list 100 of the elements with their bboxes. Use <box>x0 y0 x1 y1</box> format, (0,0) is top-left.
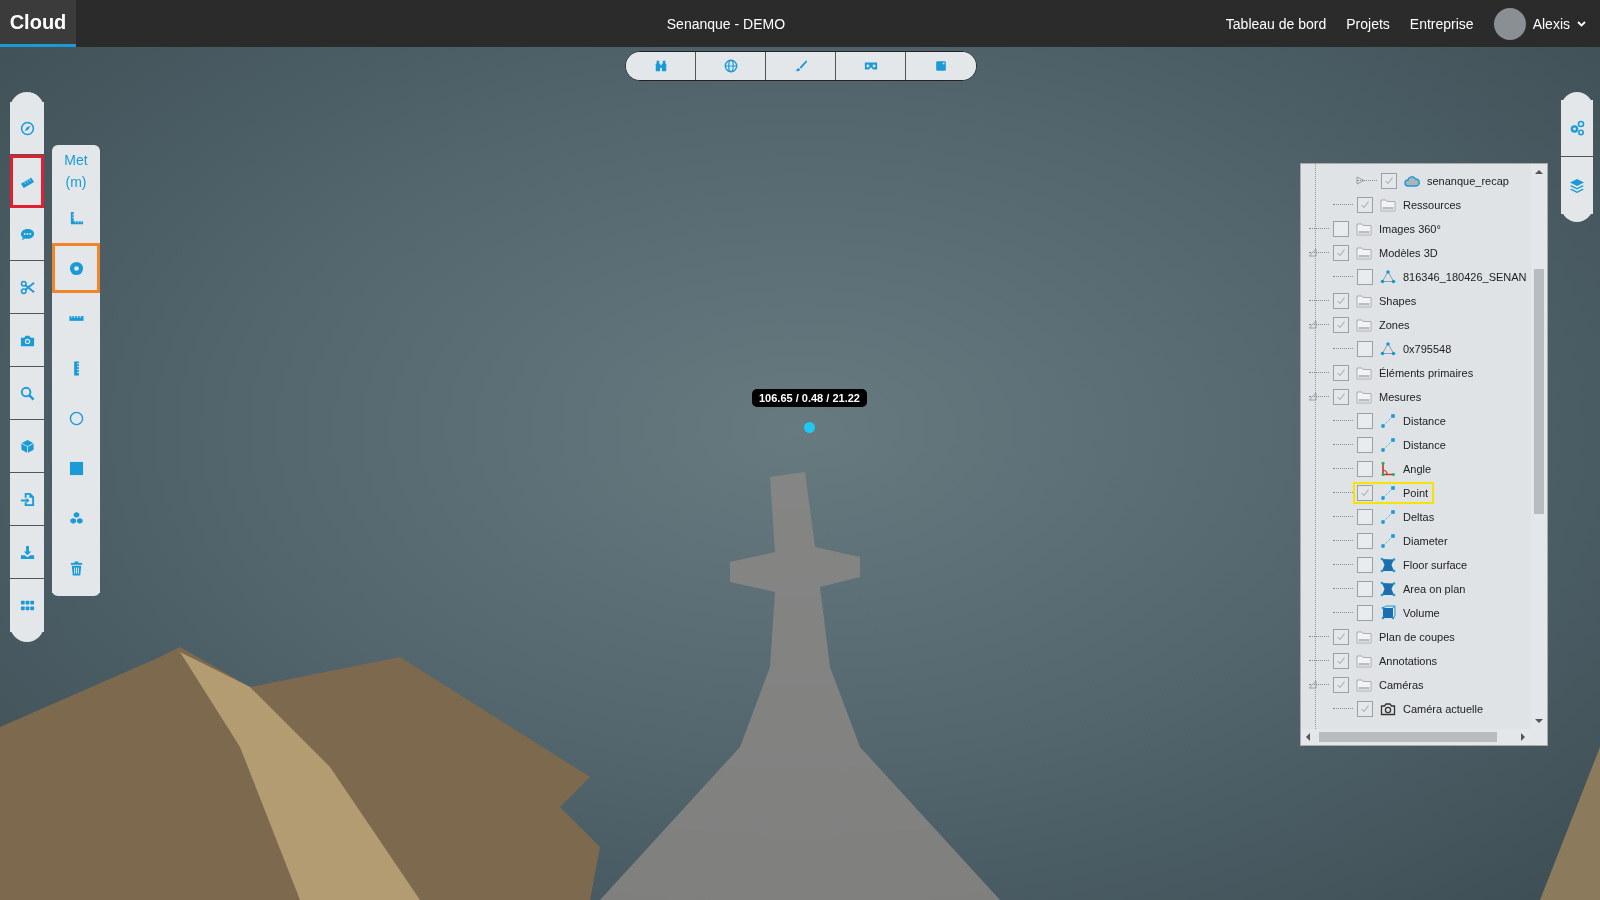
horizontal-scrollbar[interactable] <box>1301 729 1547 745</box>
folder-icon <box>1356 221 1372 237</box>
tree-label: Point <box>1403 487 1429 499</box>
scroll-up-icon[interactable] <box>1535 170 1543 174</box>
nav-link[interactable]: Tableau de bord <box>1225 15 1327 32</box>
tree-item[interactable]: Plan de coupes <box>1329 626 1461 648</box>
view-mode-button[interactable] <box>626 52 696 80</box>
cube-face-icon <box>934 59 948 73</box>
checkmark-icon <box>1336 680 1346 690</box>
tool-button[interactable] <box>10 102 44 155</box>
tree-item[interactable]: Diameter <box>1353 530 1454 552</box>
expanded-triangle-icon[interactable] <box>1308 392 1317 401</box>
tree-item[interactable]: Éléments primaires <box>1329 362 1480 384</box>
expanded-triangle-icon[interactable] <box>1308 248 1317 257</box>
tree-item[interactable]: Zones <box>1329 314 1416 336</box>
checkbox[interactable] <box>1357 581 1373 597</box>
checkmark-icon <box>1336 320 1346 330</box>
checkbox[interactable] <box>1333 245 1349 261</box>
brush-icon <box>793 59 808 73</box>
checkbox[interactable] <box>1357 413 1373 429</box>
polygon-icon <box>1380 557 1396 573</box>
checkbox[interactable] <box>1333 389 1349 405</box>
coordinate-label: 106.65 / 0.48 / 21.22 <box>752 389 867 407</box>
tree-item[interactable]: Floor surface <box>1353 554 1474 576</box>
checkbox[interactable] <box>1357 269 1373 285</box>
tree-label: Shapes <box>1379 295 1417 307</box>
cube-icon <box>19 438 35 454</box>
scroll-left-icon[interactable] <box>1306 733 1310 741</box>
checkbox[interactable] <box>1357 461 1373 477</box>
tree-label: senanque_recap <box>1427 175 1509 187</box>
tree-item[interactable]: 816346_180426_SENAN <box>1353 266 1531 288</box>
logo[interactable]: Cloud <box>0 0 76 47</box>
checkbox[interactable] <box>1357 533 1373 549</box>
circle-icon <box>68 410 84 426</box>
3d-viewport[interactable] <box>0 47 1600 900</box>
checkbox[interactable] <box>1333 365 1349 381</box>
tree-item[interactable]: Volume <box>1353 602 1446 624</box>
tree-item[interactable]: Shapes <box>1329 290 1423 312</box>
tree-item[interactable]: senanque_recap <box>1377 170 1515 192</box>
collapsed-triangle-icon[interactable] <box>1356 176 1365 185</box>
tree-item[interactable]: Area on plan <box>1353 578 1472 600</box>
user-menu[interactable]: Alexis <box>1493 7 1586 40</box>
checkbox[interactable] <box>1357 437 1373 453</box>
tree-label: 816346_180426_SENAN <box>1403 271 1527 283</box>
measure-tool-button[interactable] <box>52 243 100 293</box>
scrollbar-thumb[interactable] <box>1534 269 1544 514</box>
tree-item[interactable]: Deltas <box>1353 506 1441 528</box>
tree-item[interactable]: Point <box>1353 482 1435 504</box>
box-icon <box>1380 605 1396 621</box>
checkbox[interactable] <box>1357 557 1373 573</box>
checkbox[interactable] <box>1333 653 1349 669</box>
checkbox[interactable] <box>1333 629 1349 645</box>
checkbox[interactable] <box>1357 341 1373 357</box>
checkbox[interactable] <box>1333 293 1349 309</box>
tree-label: Images 360° <box>1379 223 1441 235</box>
checkbox[interactable] <box>1357 701 1373 717</box>
expanded-triangle-icon[interactable] <box>1308 320 1317 329</box>
tree-item[interactable]: Distance <box>1353 434 1452 456</box>
nav-link[interactable]: Entreprise <box>1409 15 1474 32</box>
checkbox[interactable] <box>1357 509 1373 525</box>
checkbox[interactable] <box>1333 221 1349 237</box>
expanded-triangle-icon[interactable] <box>1308 680 1317 689</box>
tree-item[interactable]: Modèles 3D <box>1329 242 1444 264</box>
line-segment-icon <box>1380 485 1396 501</box>
tree-item[interactable]: Distance <box>1353 410 1452 432</box>
tree-item[interactable]: Angle <box>1353 458 1438 480</box>
scroll-right-icon[interactable] <box>1521 733 1525 741</box>
tree-label: Modèles 3D <box>1379 247 1438 259</box>
checkbox[interactable] <box>1333 677 1349 693</box>
tree-item[interactable]: 0x795548 <box>1353 338 1458 360</box>
tree-label: Floor surface <box>1403 559 1468 571</box>
checkbox[interactable] <box>1357 197 1373 213</box>
scroll-down-icon[interactable] <box>1535 719 1543 723</box>
caret-icon <box>1577 20 1586 27</box>
tree-label: Distance <box>1403 415 1446 427</box>
checkmark-icon <box>1336 392 1346 402</box>
scrollbar-thumb[interactable] <box>1319 732 1497 742</box>
tree-item[interactable]: Caméras <box>1329 674 1430 696</box>
tree-item[interactable]: Caméra actuelle <box>1353 698 1490 720</box>
tree-item[interactable]: Ressources <box>1353 194 1468 216</box>
camera-icon <box>1380 701 1396 717</box>
tool-button[interactable] <box>10 155 44 208</box>
tree-label: Mesures <box>1379 391 1422 403</box>
tree-item[interactable]: Mesures <box>1329 386 1428 408</box>
project-title: Senanque - DEMO <box>665 15 787 32</box>
folder-icon <box>1356 653 1372 669</box>
vertical-scrollbar[interactable] <box>1531 164 1547 729</box>
nav-link[interactable]: Projets <box>1346 15 1390 32</box>
checkmark-icon <box>1360 200 1370 210</box>
checkbox[interactable] <box>1357 485 1373 501</box>
triangle-nodes-icon <box>1380 341 1396 357</box>
tree-label: Volume <box>1403 607 1440 619</box>
tree-item[interactable]: Images 360° <box>1329 218 1447 240</box>
checkbox[interactable] <box>1357 605 1373 621</box>
tree-label: Diameter <box>1403 535 1448 547</box>
tree-item[interactable]: Annotations <box>1329 650 1444 672</box>
checkbox[interactable] <box>1381 173 1397 189</box>
checkbox[interactable] <box>1333 317 1349 333</box>
square-icon <box>68 460 84 476</box>
panel-toggle-button[interactable] <box>1561 100 1593 157</box>
